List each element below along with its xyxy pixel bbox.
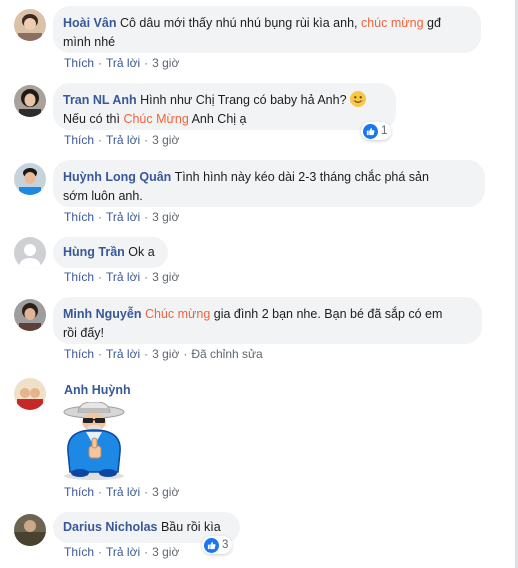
timestamp[interactable]: 3 giờ: [152, 347, 179, 361]
comment-actions: Thích · Trả lời · 3 giờ: [64, 545, 180, 559]
comment-text: Cô dâu mới thấy nhú nhú bụng rùi kìa anh…: [119, 16, 361, 30]
default-avatar-icon[interactable]: [14, 237, 46, 269]
avatar[interactable]: [14, 85, 46, 117]
comment-author[interactable]: Darius Nicholas: [63, 520, 157, 534]
comment-text: Hình như Chị Trang có baby hả Anh?: [140, 93, 351, 107]
comment-text: rồi đấy!: [63, 326, 104, 340]
comment-actions: Thích · Trả lời · 3 giờ: [64, 485, 180, 499]
comment-actions: Thích · Trả lời · 3 giờ · Đã chỉnh sửa: [64, 347, 263, 361]
comment-author[interactable]: Hoài Vân: [63, 16, 117, 30]
reply-button[interactable]: Trả lời: [106, 210, 140, 224]
reply-button[interactable]: Trả lời: [106, 270, 140, 284]
reply-button[interactable]: Trả lời: [106, 347, 140, 361]
avatar[interactable]: [14, 163, 46, 195]
comment-author[interactable]: Anh Huỳnh: [64, 383, 131, 397]
comment-author[interactable]: Tran NL Anh: [63, 93, 137, 107]
reply-button[interactable]: Trả lời: [106, 485, 140, 499]
like-button[interactable]: Thích: [64, 270, 94, 284]
comment-actions: Thích · Trả lời · 3 giờ: [64, 270, 180, 284]
comment-text: Bầu rồi kìa: [160, 520, 221, 534]
comment-actions: Thích · Trả lời · 3 giờ: [64, 56, 180, 70]
comment-bubble: Tran NL Anh Hình như Chị Trang có baby h…: [53, 83, 396, 130]
comment-author[interactable]: Huỳnh Long Quân: [63, 170, 171, 184]
comment-text: mình nhé: [63, 35, 116, 49]
like-button[interactable]: Thích: [64, 347, 94, 361]
mention-link[interactable]: Chúc mừng: [145, 307, 210, 321]
like-button[interactable]: Thích: [64, 545, 94, 559]
reaction-count: 1: [381, 125, 388, 137]
like-button[interactable]: Thích: [64, 133, 94, 147]
comment-author[interactable]: Minh Nguyễn: [63, 307, 141, 321]
comment-bubble: Hùng Trần Ok a: [53, 237, 168, 268]
avatar[interactable]: [14, 514, 46, 546]
like-reaction-icon: [363, 123, 378, 139]
like-button[interactable]: Thích: [64, 210, 94, 224]
reply-button[interactable]: Trả lời: [106, 133, 140, 147]
old-man-thumbs-up-sticker[interactable]: [56, 401, 128, 483]
like-reaction-icon: [204, 537, 219, 553]
like-button[interactable]: Thích: [64, 485, 94, 499]
comment-author[interactable]: Hùng Trần: [63, 245, 125, 259]
comment-text: gia đình 2 bạn nhe. Bạn bé đã sắp có em: [210, 307, 443, 321]
reply-button[interactable]: Trả lời: [106, 545, 140, 559]
smiling-face-icon: [350, 91, 367, 107]
comment-actions: Thích · Trả lời · 3 giờ: [64, 210, 180, 224]
timestamp[interactable]: 3 giờ: [152, 270, 179, 284]
comment-bubble: Huỳnh Long Quân Tình hình này kéo dài 2-…: [53, 160, 485, 207]
comment-bubble: Hoài Vân Cô dâu mới thấy nhú nhú bụng rù…: [53, 6, 481, 53]
timestamp[interactable]: 3 giờ: [152, 210, 179, 224]
edited-label[interactable]: Đã chỉnh sửa: [191, 347, 262, 361]
reply-button[interactable]: Trả lời: [106, 56, 140, 70]
avatar[interactable]: [14, 378, 46, 410]
comment-actions: Thích · Trả lời · 3 giờ: [64, 133, 180, 147]
mention-link[interactable]: Chúc Mừng: [123, 112, 188, 126]
mention-link[interactable]: chúc mừng: [361, 16, 424, 30]
reaction-summary[interactable]: 3: [202, 536, 233, 554]
timestamp[interactable]: 3 giờ: [152, 485, 179, 499]
comment-text: Nếu có thì: [63, 112, 124, 126]
reaction-count: 3: [222, 539, 229, 551]
comment-text: Anh Chị ạ: [188, 112, 247, 126]
timestamp[interactable]: 3 giờ: [152, 545, 179, 559]
avatar[interactable]: [14, 299, 46, 331]
reaction-summary[interactable]: 1: [361, 122, 392, 140]
comment-text: Tình hình này kéo dài 2-3 tháng chắc phá…: [174, 170, 429, 184]
avatar[interactable]: [14, 9, 46, 41]
comment-bubble: Minh Nguyễn Chúc mừng gia đình 2 bạn nhe…: [53, 297, 482, 344]
timestamp[interactable]: 3 giờ: [152, 56, 179, 70]
comment-text: Ok a: [128, 245, 155, 259]
comment-text: sớm luôn anh.: [63, 189, 143, 203]
timestamp[interactable]: 3 giờ: [152, 133, 179, 147]
comment-text: gđ: [423, 16, 441, 30]
like-button[interactable]: Thích: [64, 56, 94, 70]
